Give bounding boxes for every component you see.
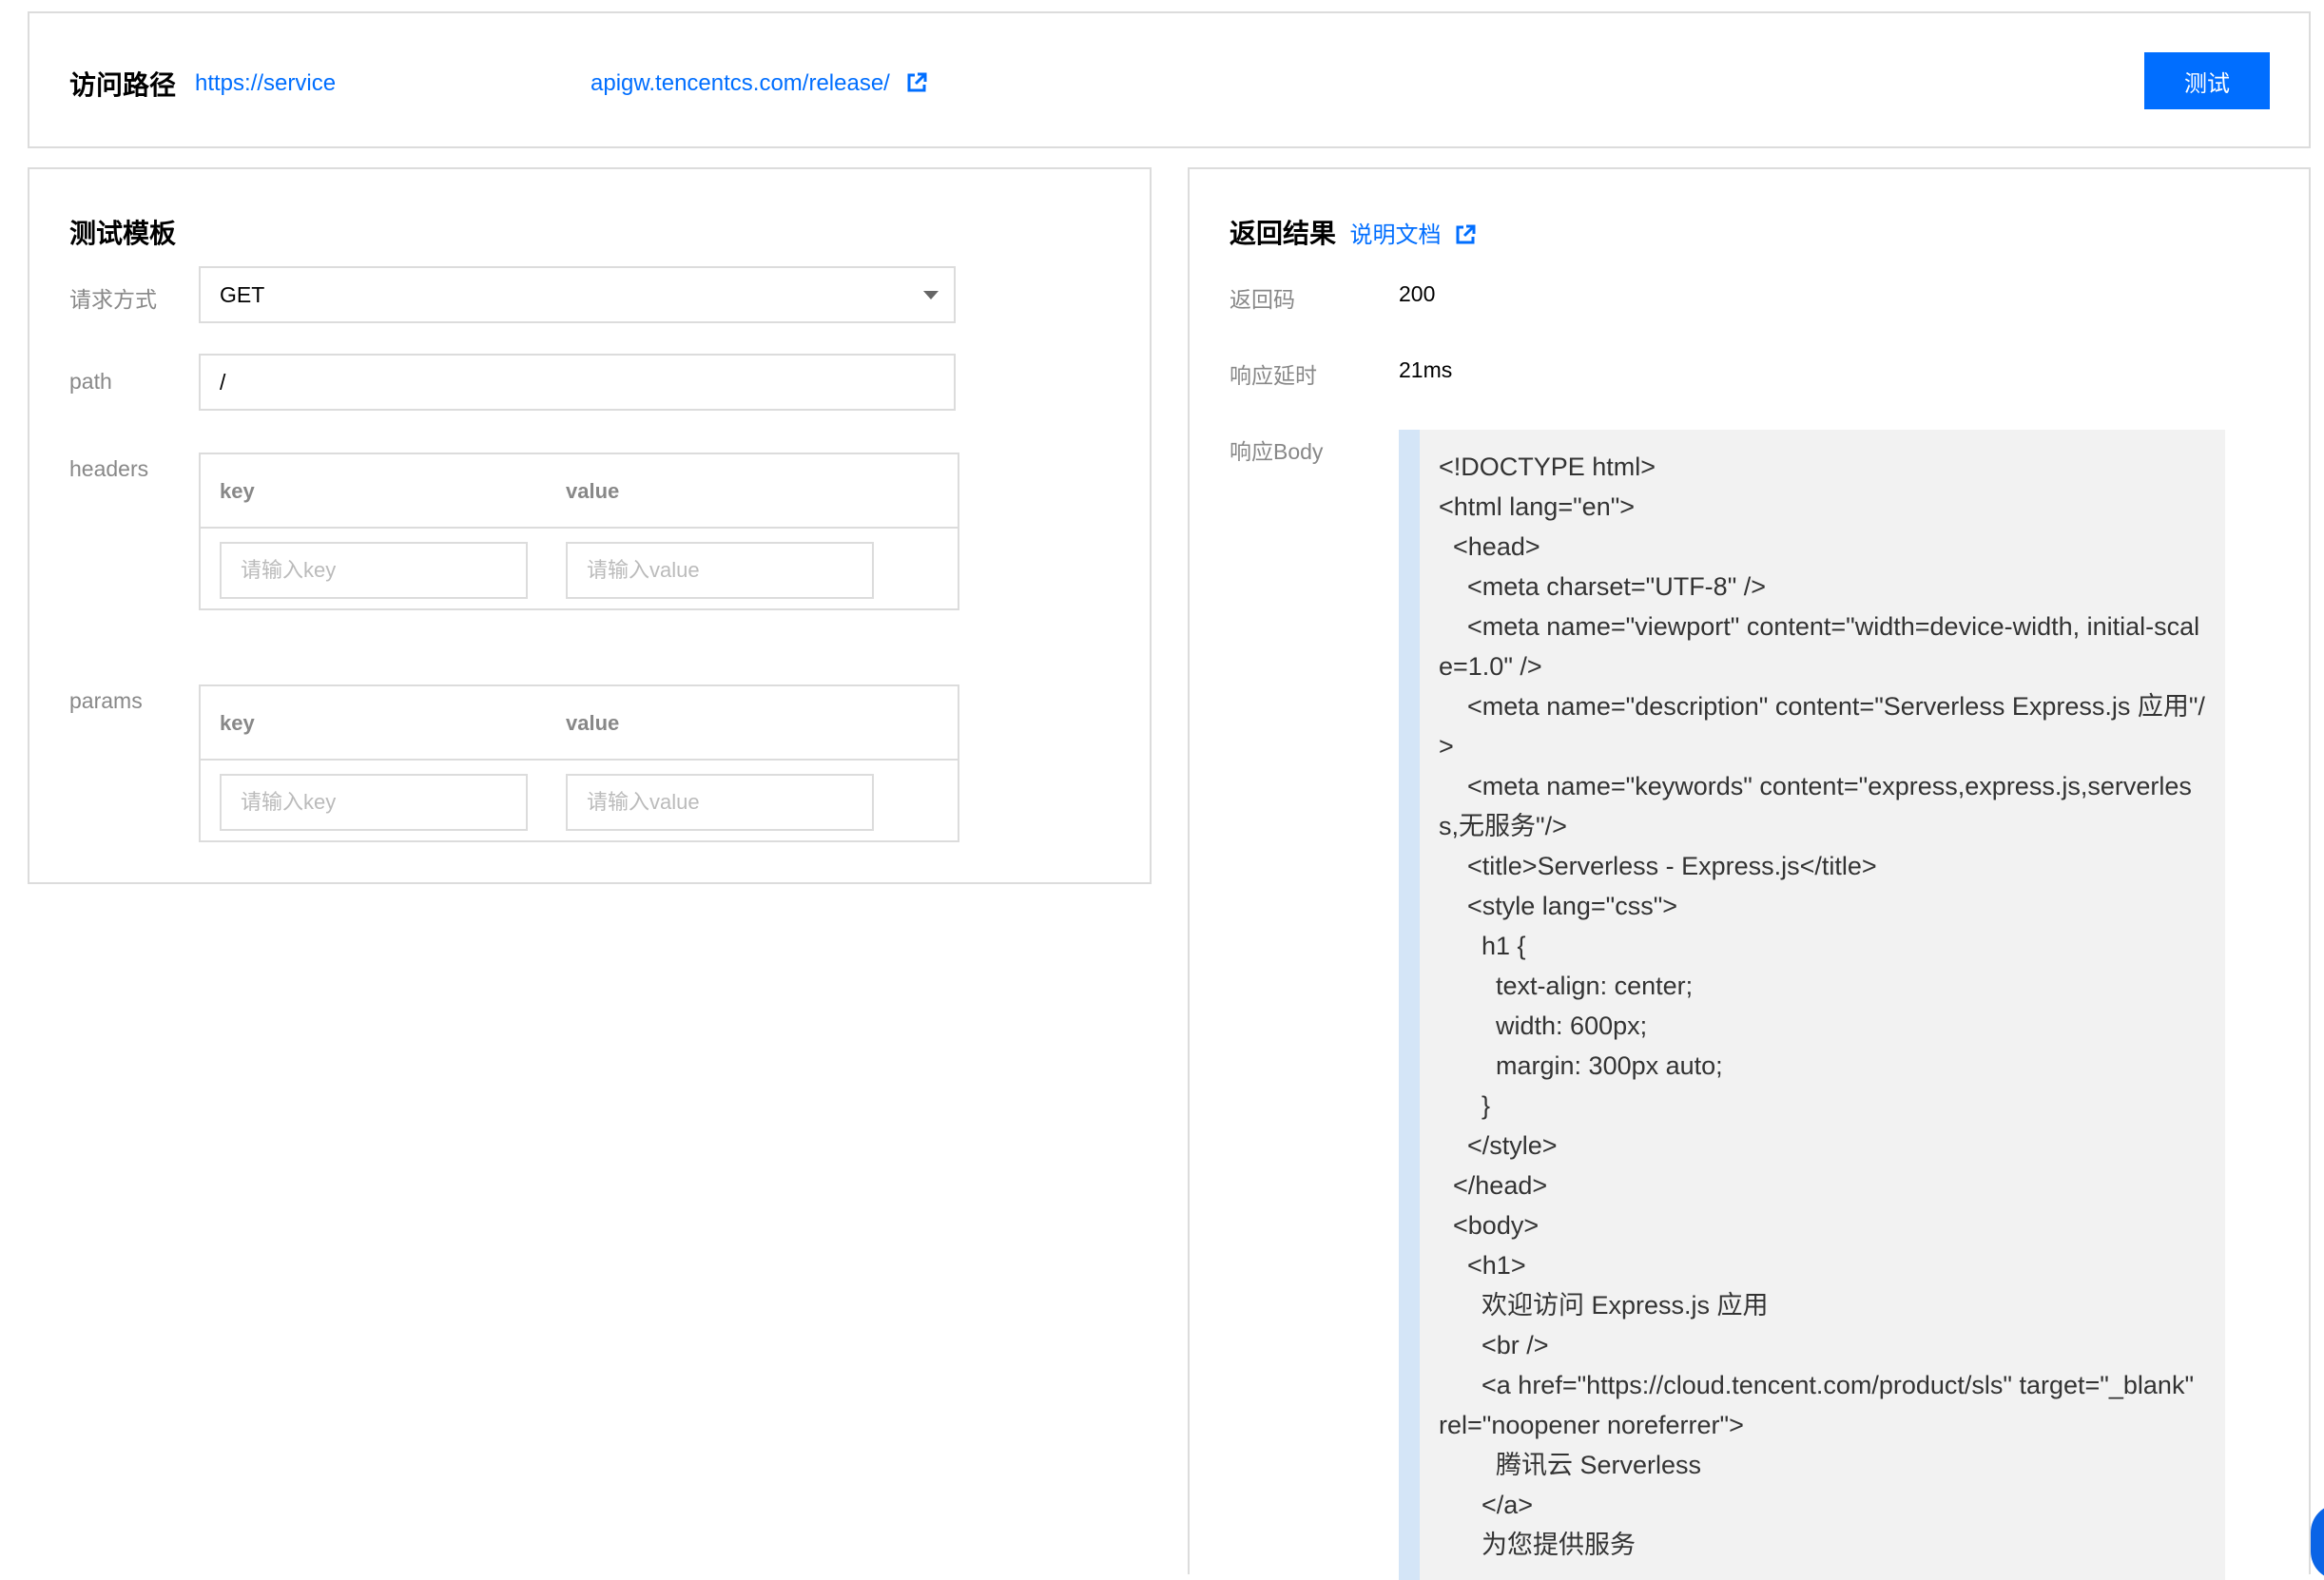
params-value-input[interactable] bbox=[566, 774, 874, 831]
response-body-line: <title>Serverless - Express.js</title> bbox=[1439, 852, 1877, 880]
response-body-line: <h1> bbox=[1439, 1251, 1526, 1280]
method-select[interactable]: GET bbox=[199, 266, 956, 323]
access-url-start[interactable]: https://service bbox=[195, 70, 336, 97]
response-body-line: 欢迎访问 Express.js 应用 bbox=[1439, 1291, 1769, 1320]
access-path-panel: 访问路径 https://service apigw.tencentcs.com… bbox=[28, 11, 2311, 148]
result-header: 返回结果 说明文档 bbox=[1230, 213, 1476, 251]
headers-table: key value bbox=[199, 453, 959, 610]
response-body-line: } bbox=[1439, 1091, 1491, 1120]
method-label: 请求方式 bbox=[69, 287, 157, 312]
params-table: key value bbox=[199, 684, 959, 842]
status-code-label: 返回码 bbox=[1230, 287, 1295, 312]
method-select-value: GET bbox=[220, 281, 265, 307]
response-body-line: text-align: center; bbox=[1439, 972, 1694, 1000]
test-template-title: 测试模板 bbox=[69, 219, 177, 248]
response-body-line: <html lang="en"> bbox=[1439, 492, 1636, 521]
path-input[interactable]: / bbox=[199, 354, 956, 411]
latency-label: 响应延时 bbox=[1230, 363, 1317, 388]
headers-label: headers bbox=[69, 456, 149, 481]
external-link-icon[interactable] bbox=[906, 72, 927, 93]
response-body-line: h1 { bbox=[1439, 932, 1526, 960]
params-value-column: value bbox=[566, 711, 620, 735]
response-body-line: <meta name="viewport" content="width=dev… bbox=[1439, 612, 2200, 681]
floating-help-button[interactable] bbox=[2311, 1504, 2324, 1580]
response-body-line: </a> bbox=[1439, 1491, 1534, 1519]
response-body-line: margin: 300px auto; bbox=[1439, 1051, 1723, 1080]
result-panel: 返回结果 说明文档 返回码 200 响应延时 21ms 响应Body <!DOC… bbox=[1188, 167, 2311, 1580]
headers-value-column: value bbox=[566, 479, 620, 503]
params-key-column: key bbox=[220, 711, 255, 735]
response-body-line: 腾讯云 Serverless bbox=[1439, 1451, 1702, 1479]
path-input-value: / bbox=[220, 369, 226, 395]
access-url-link[interactable]: apigw.tencentcs.com/release/ bbox=[591, 70, 927, 97]
response-body-line: </style> bbox=[1439, 1131, 1558, 1160]
response-body-line: <meta name="description" content="Server… bbox=[1439, 692, 2205, 761]
response-body-line: <meta name="keywords" content="express,e… bbox=[1439, 772, 2192, 840]
status-code-value: 200 bbox=[1399, 281, 1436, 306]
doc-link[interactable]: 说明文档 bbox=[1349, 222, 1441, 248]
response-body-line: </head> bbox=[1439, 1171, 1548, 1200]
response-body-line: <style lang="css"> bbox=[1439, 892, 1678, 920]
test-button[interactable]: 测试 bbox=[2144, 52, 2270, 109]
response-body-line: <head> bbox=[1439, 532, 1540, 561]
response-body-line: <body> bbox=[1439, 1211, 1540, 1240]
response-body[interactable]: <!DOCTYPE html> <html lang="en"> <head> <… bbox=[1399, 430, 2225, 1580]
response-body-lines: <!DOCTYPE html> <html lang="en"> <head> <… bbox=[1420, 430, 2225, 1565]
response-body-line: 为您提供服务 bbox=[1439, 1531, 1636, 1559]
access-url-end[interactable]: apigw.tencentcs.com/release/ bbox=[591, 70, 890, 96]
response-body-line: <a href="https://cloud.tencent.com/produ… bbox=[1439, 1371, 2201, 1439]
latency-value: 21ms bbox=[1399, 357, 1453, 382]
params-table-header: key value bbox=[201, 686, 958, 761]
params-key-input[interactable] bbox=[220, 774, 528, 831]
params-label: params bbox=[69, 688, 143, 713]
chevron-down-icon bbox=[923, 291, 939, 299]
headers-key-column: key bbox=[220, 479, 255, 503]
response-body-line: <meta charset="UTF-8" /> bbox=[1439, 572, 1767, 601]
headers-key-input[interactable] bbox=[220, 542, 528, 599]
response-body-label: 响应Body bbox=[1230, 439, 1324, 464]
headers-table-header: key value bbox=[201, 454, 958, 529]
test-template-panel: 测试模板 请求方式 GET path / headers key value p… bbox=[28, 167, 1152, 884]
response-body-line: width: 600px; bbox=[1439, 1012, 1648, 1040]
response-body-line: <!DOCTYPE html> bbox=[1439, 453, 1656, 481]
access-path-label: 访问路径 bbox=[69, 70, 177, 100]
path-label: path bbox=[69, 369, 112, 394]
result-title: 返回结果 bbox=[1230, 219, 1337, 248]
headers-value-input[interactable] bbox=[566, 542, 874, 599]
external-link-icon[interactable] bbox=[1455, 224, 1476, 245]
response-body-line: <br /> bbox=[1439, 1331, 1549, 1359]
